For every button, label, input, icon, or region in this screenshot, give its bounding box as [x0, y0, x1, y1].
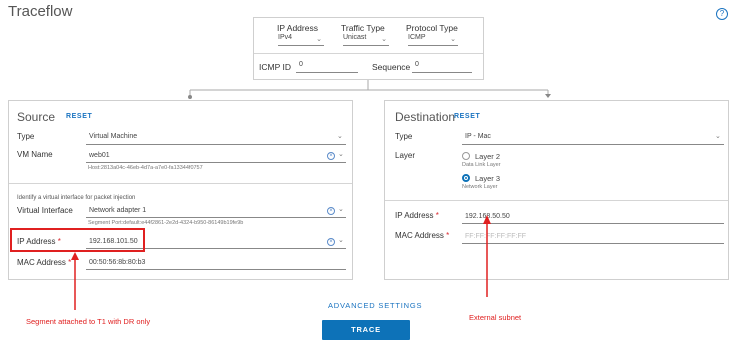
vm-name-label: VM Name: [17, 150, 53, 159]
sequence-input[interactable]: 0: [412, 61, 472, 73]
divider: [254, 53, 483, 54]
vm-name-select[interactable]: [86, 162, 346, 163]
advanced-settings-link[interactable]: ADVANCED SETTINGS: [328, 301, 422, 310]
destination-title: Destination: [395, 110, 456, 124]
layer-3-label: Layer 3: [475, 174, 501, 183]
segment-annotation: Segment attached to T1 with DR only: [26, 317, 151, 326]
source-type-label: Type: [17, 132, 35, 141]
destination-type-value: IP - Mac: [465, 133, 491, 140]
packet-settings-box: IP Address IPv4 ⌄ Traffic Type Unicast ⌄…: [253, 17, 484, 80]
ip-address-type-select[interactable]: IPv4 ⌄: [278, 34, 324, 46]
protocol-type-value: ICMP: [408, 34, 426, 41]
external-subnet-annotation: External subnet: [469, 313, 522, 322]
ip-address-type-label: IP Address: [277, 23, 318, 33]
layer-label: Layer: [395, 151, 416, 160]
source-reset-button[interactable]: RESET: [66, 113, 92, 120]
clear-icon[interactable]: ×: [327, 152, 335, 160]
destination-type-select[interactable]: [462, 144, 724, 145]
vm-host-id: Host:2813a04c-46eb-4d7a-a7e0-fa13344f075…: [88, 165, 203, 171]
layer-2-label: Layer 2: [475, 152, 501, 161]
trace-button[interactable]: TRACE: [322, 320, 410, 340]
ip-address-type-value: IPv4: [278, 34, 293, 41]
icmp-id-input[interactable]: 0: [296, 61, 358, 73]
destination-reset-button[interactable]: RESET: [454, 113, 480, 120]
vm-name-value: web01: [89, 152, 110, 159]
traffic-type-select[interactable]: Unicast ⌄: [343, 34, 389, 46]
source-type-select[interactable]: [86, 144, 346, 145]
source-title: Source: [17, 110, 56, 124]
layer-3-sub: Network Layer: [462, 184, 498, 190]
help-icon[interactable]: ?: [716, 8, 728, 20]
sequence-label: Sequence: [372, 62, 411, 72]
traffic-type-label: Traffic Type: [341, 23, 385, 33]
protocol-type-label: Protocol Type: [406, 23, 458, 33]
source-type-value: Virtual Machine: [89, 133, 138, 140]
destination-type-label: Type: [395, 132, 413, 141]
traffic-type-value: Unicast: [343, 34, 367, 41]
divider: [9, 183, 352, 184]
chevron-down-icon: ⌄: [316, 36, 322, 43]
connector-lines: [188, 80, 551, 99]
layer-2-sub: Data Link Layer: [462, 162, 501, 168]
icmp-id-label: ICMP ID: [259, 62, 291, 72]
page-title: Traceflow: [8, 3, 73, 20]
chevron-down-icon: ⌄: [337, 133, 343, 140]
layer-3-radio[interactable]: [462, 174, 470, 182]
chevron-down-icon: ⌄: [450, 36, 456, 43]
layer-2-radio[interactable]: [462, 152, 470, 160]
protocol-type-select[interactable]: ICMP ⌄: [408, 34, 458, 46]
chevron-down-icon: ⌄: [338, 151, 344, 158]
chevron-down-icon: ⌄: [381, 36, 387, 43]
chevron-down-icon: ⌄: [715, 133, 721, 140]
